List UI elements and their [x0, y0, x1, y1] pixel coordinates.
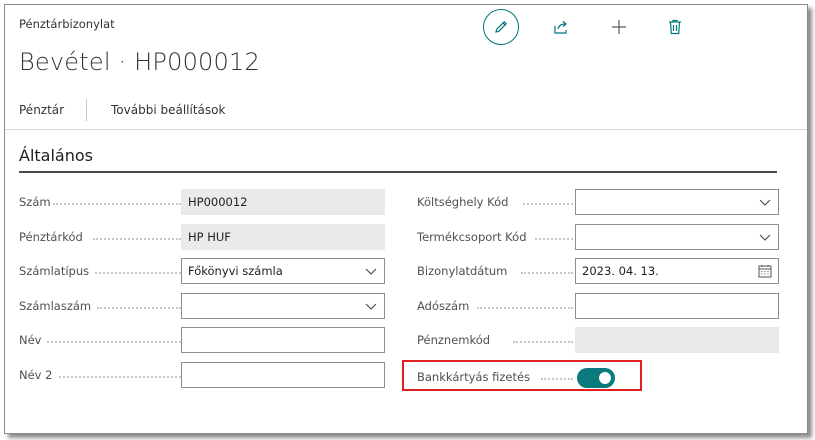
field-nev: Név	[19, 327, 385, 353]
new-button[interactable]	[601, 9, 637, 45]
field-label: Pénznemkód	[417, 333, 491, 347]
field-penznemkod: Pénznemkód	[417, 327, 779, 353]
tab-bar: Pénztár További beállítások	[5, 91, 807, 130]
calendar-icon[interactable]	[758, 264, 772, 278]
field-label: Pénztárkód	[19, 230, 83, 244]
leader-dots	[513, 341, 573, 343]
field-bankkartyas-fizetes: Bankkártyás fizetés	[417, 366, 657, 392]
section-title[interactable]: Általános	[19, 146, 93, 165]
page-caption: Pénztárbizonylat	[19, 17, 115, 31]
chevron-down-icon	[759, 234, 771, 241]
field-nev-2: Név 2	[19, 362, 385, 388]
field-label: Bankkártyás fizetés	[417, 370, 531, 384]
bizonylatdatum-value: 2023. 04. 13.	[582, 264, 659, 278]
chevron-down-icon	[759, 199, 771, 206]
nev-input[interactable]	[181, 327, 385, 353]
leader-dots	[523, 203, 573, 205]
leader-dots	[95, 272, 181, 274]
share-icon	[554, 21, 567, 34]
penztarkod-value: HP HUF	[181, 224, 385, 250]
field-label: Termékcsoport Kód	[417, 230, 527, 244]
chevron-down-icon	[365, 268, 377, 275]
field-szamlaszam: Számlaszám	[19, 293, 385, 319]
trash-icon	[669, 19, 681, 35]
leader-dots	[97, 307, 181, 309]
penznemkod-value	[575, 327, 779, 353]
toggle-knob	[599, 372, 611, 384]
field-label: Név	[19, 333, 42, 347]
field-label: Név 2	[19, 368, 53, 382]
field-penztarkod: Pénztárkód HP HUF	[19, 224, 385, 250]
leader-dots	[477, 307, 573, 309]
leader-dots	[541, 378, 573, 380]
field-bizonylatdatum: Bizonylatdátum 2023. 04. 13.	[417, 258, 779, 284]
share-button[interactable]	[543, 9, 579, 45]
edit-button[interactable]	[483, 9, 519, 45]
tab-tovabbi-beallitasok[interactable]: További beállítások	[111, 103, 225, 117]
field-label: Számlatípus	[19, 264, 90, 278]
tab-divider	[86, 99, 87, 121]
pencil-icon	[495, 20, 508, 33]
leader-dots	[521, 272, 573, 274]
field-label: Szám	[19, 195, 51, 209]
field-label: Számlaszám	[19, 299, 92, 313]
field-adoszam: Adószám	[417, 293, 779, 319]
leader-dots	[535, 238, 573, 240]
field-szam: Szám HP000012	[19, 189, 385, 215]
page-title: Bevétel · HP000012	[19, 48, 260, 76]
chevron-down-icon	[365, 303, 377, 310]
leader-dots	[47, 341, 181, 343]
leader-dots	[53, 203, 181, 205]
szamlaszam-select[interactable]	[181, 293, 385, 319]
tab-penztar[interactable]: Pénztár	[19, 103, 64, 117]
bizonylatdatum-input[interactable]: 2023. 04. 13.	[575, 258, 779, 284]
koltseghely-kod-select[interactable]	[575, 189, 779, 215]
bankkartyas-fizetes-toggle[interactable]	[577, 368, 615, 388]
szamlatipus-select[interactable]: Főkönyvi számla	[181, 258, 385, 284]
leader-dots	[93, 238, 181, 240]
field-szamlatipus: Számlatípus Főkönyvi számla	[19, 258, 385, 284]
field-termekcsoport-kod: Termékcsoport Kód	[417, 224, 779, 250]
plus-icon	[612, 20, 626, 34]
szamlatipus-value: Főkönyvi számla	[188, 264, 283, 278]
termekcsoport-kod-select[interactable]	[575, 224, 779, 250]
field-label: Költséghely Kód	[417, 195, 509, 209]
field-label: Adószám	[417, 299, 470, 313]
page-window: Pénztárbizonylat Bevétel · HP000012 Pénz…	[4, 4, 808, 434]
nev-2-input[interactable]	[181, 362, 385, 388]
szam-value: HP000012	[181, 189, 385, 215]
adoszam-input[interactable]	[575, 293, 779, 319]
field-koltseghely-kod: Költséghely Kód	[417, 189, 779, 215]
section-divider	[19, 171, 777, 173]
leader-dots	[59, 376, 181, 378]
delete-button[interactable]	[657, 9, 693, 45]
field-label: Bizonylatdátum	[417, 264, 508, 278]
